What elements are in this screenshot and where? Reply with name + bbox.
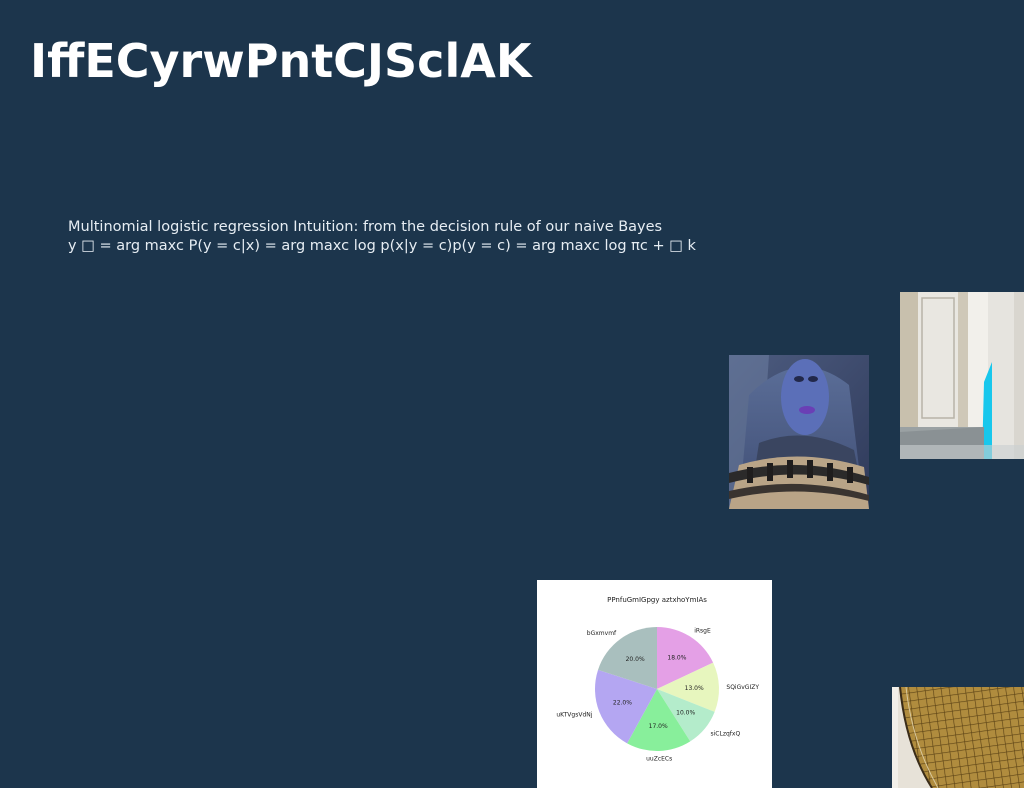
pie-category-label: uuZcECs [646, 755, 672, 762]
body-line: y □ = arg maxc P(y = c|x) = arg maxc log… [68, 238, 696, 254]
slide-body-text: Multinomial logistic regression Intuitio… [68, 218, 696, 256]
pie-value-label: 13.0% [685, 685, 704, 692]
pie-category-label: bGxmvmf [587, 630, 617, 637]
pie-value-label: 20.0% [626, 656, 645, 663]
pie-category-label: SQiGvGIZY [726, 684, 759, 691]
metal-grid-photo [892, 687, 1024, 788]
chart-title: PPnfuGmIGpgy aztxhoYmIAs [607, 596, 707, 604]
door-photo [900, 292, 1024, 459]
pie-category-label: siCLzqfxQ [711, 730, 741, 737]
pie-category-label: uKTVgsVdNj [556, 712, 592, 719]
pie-chart: PPnfuGmIGpgy aztxhoYmIAs 18.0% iRsgE 13.0%… [537, 580, 772, 788]
pie-value-label: 22.0% [613, 700, 632, 707]
pie-value-label: 17.0% [649, 723, 668, 730]
pie-value-label: 10.0% [676, 710, 695, 717]
slide-title: IffECyrwPntCJSclAK [30, 34, 532, 88]
pie-category-label: iRsgE [694, 627, 711, 634]
pie-value-label: 18.0% [667, 655, 686, 662]
body-line: Multinomial logistic regression Intuitio… [68, 219, 663, 235]
portrait-photo [729, 355, 869, 509]
